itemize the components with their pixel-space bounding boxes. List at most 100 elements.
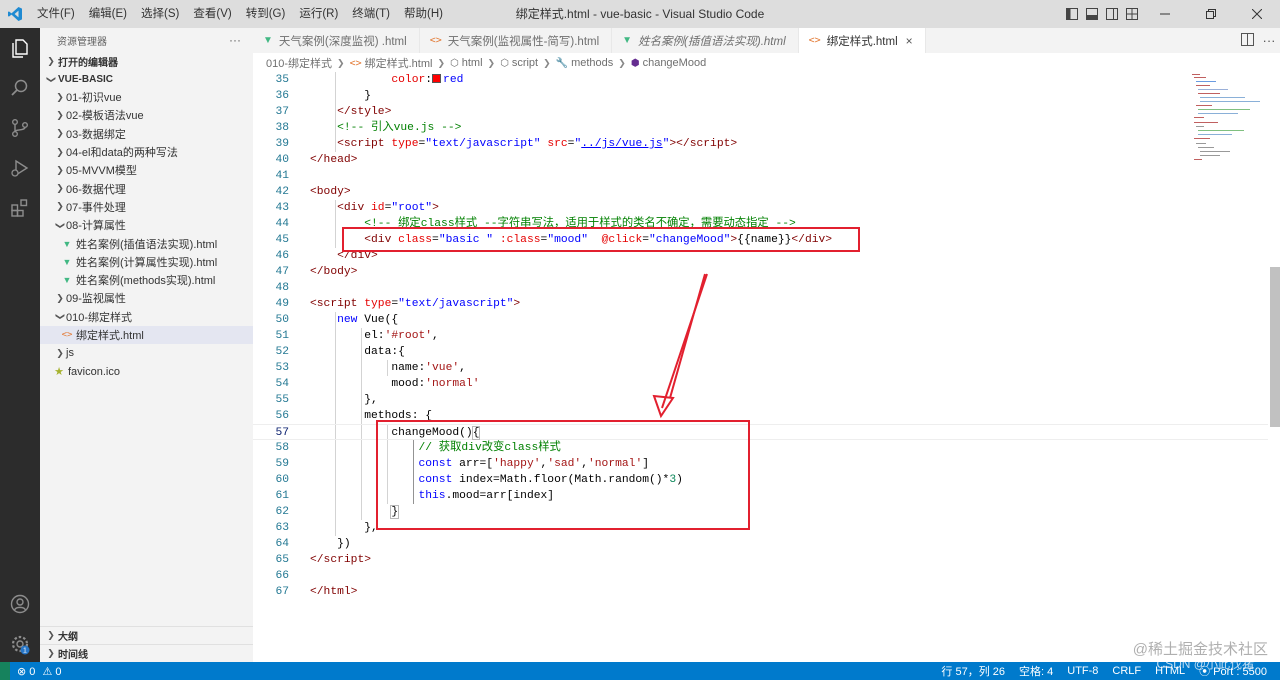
menu-view[interactable]: 查看(V) [186, 0, 238, 28]
menu-edit[interactable]: 编辑(E) [82, 0, 134, 28]
code-line: 53 name:'vue', [275, 362, 466, 374]
html-file-icon: <> [429, 35, 442, 46]
breadcrumb-html[interactable]: html [462, 57, 483, 69]
more-tab-actions-icon[interactable]: ··· [1258, 33, 1280, 48]
vscode-logo-icon [0, 0, 30, 28]
code-line: 39 <script type="text/javascript" src=".… [275, 138, 738, 150]
end-of-line[interactable]: CRLF [1105, 665, 1148, 677]
indentation[interactable]: 空格: 4 [1012, 663, 1060, 679]
tree-folder-07[interactable]: ❯ 07-事件处理 [40, 198, 253, 216]
chevron-down-icon: ❯ [46, 75, 57, 83]
close-tab-icon[interactable]: × [906, 34, 913, 48]
tab-binding-style[interactable]: <> 绑定样式.html × [798, 28, 926, 53]
tab-weather-deep[interactable]: ▼ 天气案例(深度监视) .html [253, 28, 420, 53]
accounts-icon[interactable] [0, 584, 40, 624]
warning-icon: ⚠ [42, 665, 53, 678]
chevron-right-icon: ❯ [56, 201, 64, 212]
tree-folder-09[interactable]: ❯ 09-监视属性 [40, 289, 253, 307]
menu-go[interactable]: 转到(G) [239, 0, 293, 28]
open-editors-label: 打开的编辑器 [58, 57, 118, 69]
menu-help[interactable]: 帮助(H) [397, 0, 450, 28]
project-label: VUE-BASIC [58, 73, 114, 85]
tab-name-interp[interactable]: ▼ 姓名案例(插值语法实现).html [612, 28, 799, 53]
open-editors-section[interactable]: ❯ 打开的编辑器 [40, 52, 253, 70]
breadcrumb-file[interactable]: 绑定样式.html [365, 55, 433, 71]
toggle-panel-icon[interactable] [1082, 0, 1102, 28]
encoding[interactable]: UTF-8 [1060, 665, 1105, 677]
sidebar-title-row: 资源管理器 ··· [40, 28, 253, 52]
tree-folder-02[interactable]: ❯ 02-模板语法vue [40, 106, 253, 124]
manage-gear-icon[interactable]: 1 [0, 624, 40, 664]
remote-indicator[interactable] [0, 662, 10, 680]
project-section[interactable]: ❯ VUE-BASIC [40, 70, 253, 88]
tree-file-name-methods[interactable]: ▼ 姓名案例(methods实现).html [40, 271, 253, 289]
code-line: 50 new Vue({ [275, 314, 399, 326]
menu-file[interactable]: 文件(F) [30, 0, 82, 28]
tree-file-name-interp[interactable]: ▼ 姓名案例(插值语法实现).html [40, 234, 253, 252]
html-file-icon: <> [349, 57, 362, 69]
breadcrumb: 010-绑定样式 ❯ <> 绑定样式.html ❯ ⬡ html ❯ ⬡ scr… [253, 53, 1280, 73]
tree-folder-08[interactable]: ❯ 08-计算属性 [40, 216, 253, 234]
problems-indicator[interactable]: ⊗ 0 ⚠ 0 [10, 665, 69, 678]
warning-count: 0 [55, 665, 62, 678]
chevron-right-icon: ❯ [56, 91, 64, 102]
cursor-position[interactable]: 行 57，列 26 [934, 663, 1012, 679]
chevron-right-icon: ❯ [437, 57, 446, 68]
tree-folder-04[interactable]: ❯ 04-el和data的两种写法 [40, 143, 253, 161]
tree-folder-03[interactable]: ❯ 03-数据绑定 [40, 125, 253, 143]
menu-terminal[interactable]: 终端(T) [345, 0, 397, 28]
minimap[interactable] [1190, 72, 1268, 172]
breadcrumb-script[interactable]: script [512, 57, 538, 69]
tree-folder-05[interactable]: ❯ 05-MVVM模型 [40, 161, 253, 179]
title-bar: 文件(F) 编辑(E) 选择(S) 查看(V) 转到(G) 运行(R) 终端(T… [0, 0, 1280, 28]
timeline-section[interactable]: ❯ 时间线 [40, 644, 253, 662]
breadcrumb-folder[interactable]: 010-绑定样式 [266, 55, 332, 71]
chevron-right-icon: ❯ [487, 57, 496, 68]
menu-bar: 文件(F) 编辑(E) 选择(S) 查看(V) 转到(G) 运行(R) 终端(T… [30, 0, 450, 28]
code-editor[interactable]: 35 color: red 36 } 37 </style> 38 <!-- 引入… [253, 72, 1268, 662]
vue-file-icon: ▼ [62, 256, 72, 267]
outline-section[interactable]: ❯ 大纲 [40, 626, 253, 644]
vertical-scrollbar[interactable] [1268, 72, 1280, 662]
search-icon[interactable] [0, 68, 40, 108]
toggle-sidebar-icon[interactable] [1062, 0, 1082, 28]
close-window-icon[interactable] [1234, 0, 1280, 28]
tree-file-binding-style[interactable]: <> 绑定样式.html [40, 325, 253, 345]
chevron-right-icon: ❯ [47, 630, 55, 640]
menu-selection[interactable]: 选择(S) [134, 0, 186, 28]
code-line: 43 <div id="root"> [275, 202, 439, 214]
toggle-secondary-sidebar-icon[interactable] [1102, 0, 1122, 28]
chevron-right-icon: ❯ [47, 55, 55, 66]
explorer-icon[interactable] [0, 28, 40, 68]
tree-folder-06[interactable]: ❯ 06-数据代理 [40, 179, 253, 197]
chevron-right-icon: ❯ [56, 128, 64, 139]
code-line: 67 </html> [275, 586, 358, 598]
code-line: 51 el:'#root', [275, 330, 439, 342]
extensions-icon[interactable] [0, 188, 40, 228]
chevron-right-icon: ❯ [56, 183, 64, 194]
breadcrumb-methods[interactable]: methods [571, 57, 613, 69]
tab-weather-short[interactable]: <> 天气案例(监视属性-简写).html [420, 28, 613, 53]
tree-file-favicon[interactable]: ★ favicon.ico [40, 362, 253, 380]
menu-run[interactable]: 运行(R) [292, 0, 345, 28]
tree-folder-010[interactable]: ❯ 010-绑定样式 [40, 308, 253, 326]
run-debug-icon[interactable] [0, 148, 40, 188]
vue-file-icon: ▼ [62, 275, 72, 286]
tree-folder-js[interactable]: ❯ js [40, 344, 253, 362]
restore-icon[interactable] [1188, 0, 1234, 28]
element-icon: ⬡ [500, 57, 509, 69]
minimize-icon[interactable] [1142, 0, 1188, 28]
tree-file-name-computed[interactable]: ▼ 姓名案例(计算属性实现).html [40, 253, 253, 271]
code-line: 64 }) [275, 538, 351, 550]
source-control-icon[interactable] [0, 108, 40, 148]
window-controls [1062, 0, 1280, 28]
more-actions-icon[interactable]: ··· [229, 33, 241, 47]
scrollbar-thumb[interactable] [1270, 267, 1280, 427]
chevron-right-icon: ❯ [47, 648, 55, 658]
customize-layout-icon[interactable] [1122, 0, 1142, 28]
element-icon: ⬡ [450, 57, 459, 69]
tree-folder-01[interactable]: ❯ 01-初识vue [40, 88, 253, 106]
split-editor-icon[interactable] [1236, 32, 1258, 49]
breadcrumb-changemood[interactable]: changeMood [643, 57, 707, 69]
vue-file-icon: ▼ [62, 238, 72, 249]
